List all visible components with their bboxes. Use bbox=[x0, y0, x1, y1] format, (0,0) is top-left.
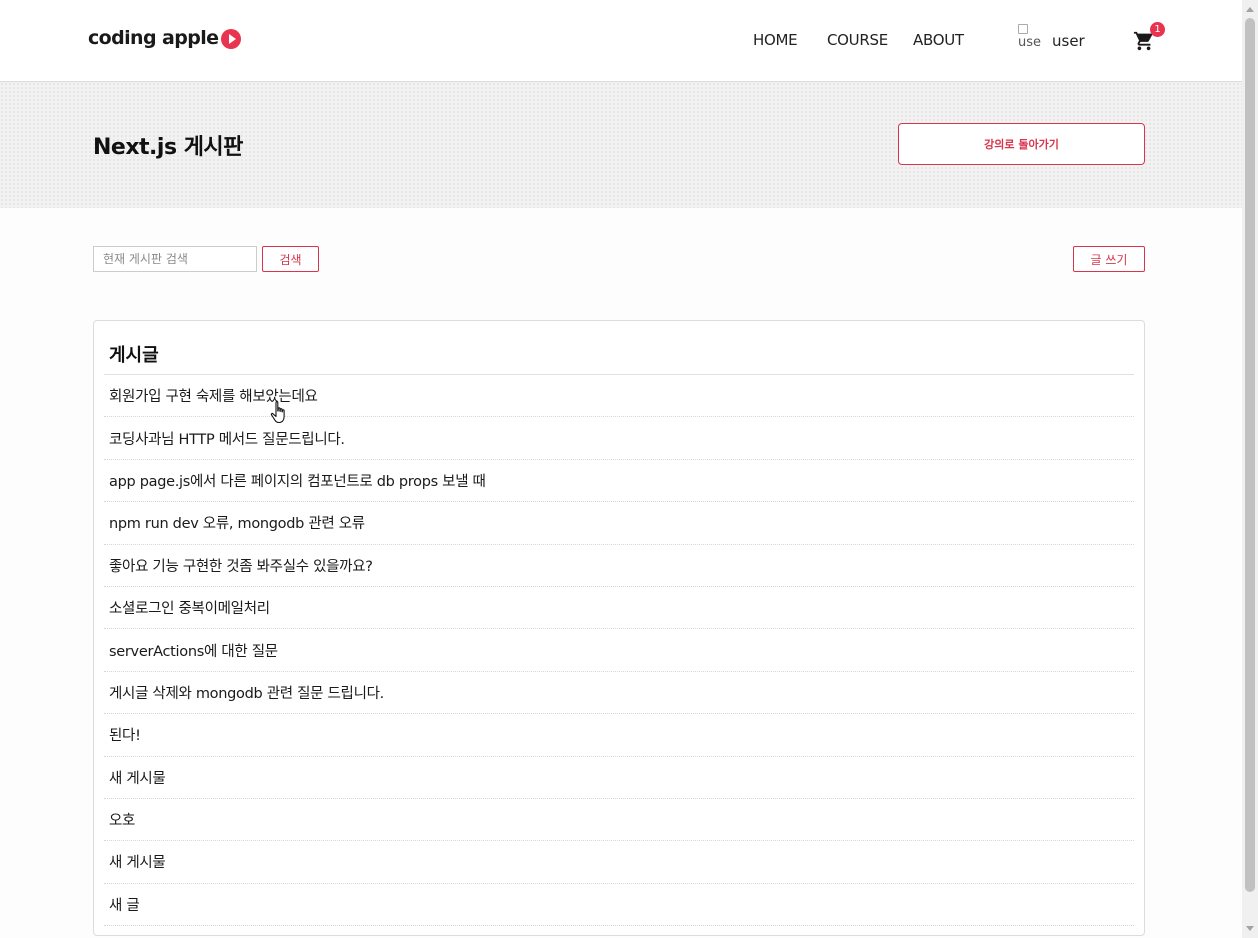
list-item[interactable]: 소셜로그인 중복이메일처리 bbox=[104, 587, 1134, 630]
post-title[interactable]: 소셜로그인 중복이메일처리 bbox=[109, 597, 270, 618]
post-title[interactable]: npm run dev 오류, mongodb 관련 오류 bbox=[109, 512, 365, 533]
list-item[interactable]: npm run dev 오류, mongodb 관련 오류 bbox=[104, 502, 1134, 545]
scroll-up-arrow-icon[interactable] bbox=[1246, 7, 1254, 12]
logo[interactable]: coding apple bbox=[88, 26, 242, 50]
list-item[interactable]: 새 글 bbox=[104, 884, 1134, 927]
back-to-course-button[interactable]: 강의로 돌아가기 bbox=[898, 123, 1145, 165]
post-list-panel: 게시글 회원가입 구현 숙제를 해보았는데요 코딩사과님 HTTP 메서드 질문… bbox=[93, 320, 1145, 936]
page-scrollbar[interactable] bbox=[1242, 0, 1258, 938]
nav-about[interactable]: ABOUT bbox=[913, 31, 964, 49]
post-title[interactable]: 새 게시물 bbox=[109, 851, 166, 872]
list-item[interactable]: 좋아요 기능 구현한 것좀 봐주실수 있을까요? bbox=[104, 545, 1134, 587]
post-title[interactable]: 새 게시물 bbox=[109, 767, 166, 788]
avatar[interactable]: use bbox=[1018, 24, 1044, 56]
post-title[interactable]: app page.js에서 다른 페이지의 컴포넌트로 db props 보낼 … bbox=[109, 470, 486, 491]
search-button[interactable]: 검색 bbox=[262, 246, 319, 272]
post-list-heading: 게시글 bbox=[109, 345, 159, 366]
post-title[interactable]: serverActions에 대한 질문 bbox=[109, 640, 278, 661]
list-item[interactable]: 새 게시물 bbox=[104, 841, 1134, 884]
board-banner: Next.js 게시판 강의로 돌아가기 bbox=[0, 82, 1242, 208]
user-name[interactable]: user bbox=[1052, 32, 1085, 50]
list-item[interactable]: 게시글 삭제와 mongodb 관련 질문 드립니다. bbox=[104, 672, 1134, 715]
broken-image-icon bbox=[1018, 24, 1028, 34]
post-title[interactable]: 게시글 삭제와 mongodb 관련 질문 드립니다. bbox=[109, 682, 384, 703]
logo-text: coding apple bbox=[88, 27, 219, 49]
post-title[interactable]: 코딩사과님 HTTP 메서드 질문드립니다. bbox=[109, 428, 345, 449]
nav-course[interactable]: COURSE bbox=[827, 31, 888, 49]
play-icon bbox=[221, 29, 242, 49]
post-title[interactable]: 된다! bbox=[109, 724, 141, 745]
cart-count-badge: 1 bbox=[1150, 22, 1165, 37]
post-title[interactable]: 오호 bbox=[109, 809, 135, 830]
scroll-down-arrow-icon[interactable] bbox=[1246, 926, 1254, 931]
write-post-button[interactable]: 글 쓰기 bbox=[1073, 246, 1145, 272]
list-item[interactable]: 코딩사과님 HTTP 메서드 질문드립니다. bbox=[104, 417, 1134, 460]
post-title[interactable]: 회원가입 구현 숙제를 해보았는데요 bbox=[109, 385, 318, 406]
avatar-alt-text: use bbox=[1018, 35, 1042, 50]
list-item[interactable]: 회원가입 구현 숙제를 해보았는데요 bbox=[104, 375, 1134, 418]
list-item[interactable]: 새 게시물 bbox=[104, 757, 1134, 799]
list-item[interactable]: 오호 bbox=[104, 799, 1134, 842]
list-item[interactable]: 된다! bbox=[104, 714, 1134, 757]
board-search-input[interactable] bbox=[93, 246, 257, 272]
nav-home[interactable]: HOME bbox=[753, 31, 798, 49]
list-item[interactable]: serverActions에 대한 질문 bbox=[104, 629, 1134, 672]
post-list: 회원가입 구현 숙제를 해보았는데요 코딩사과님 HTTP 메서드 질문드립니다… bbox=[104, 375, 1134, 927]
post-title[interactable]: 새 글 bbox=[109, 894, 140, 915]
post-title[interactable]: 좋아요 기능 구현한 것좀 봐주실수 있을까요? bbox=[109, 555, 373, 576]
page-title: Next.js 게시판 bbox=[93, 135, 243, 160]
site-header: coding apple HOME COURSE ABOUT use user … bbox=[0, 0, 1242, 82]
scrollbar-thumb[interactable] bbox=[1245, 18, 1255, 892]
list-item[interactable]: app page.js에서 다른 페이지의 컴포넌트로 db props 보낼 … bbox=[104, 460, 1134, 503]
